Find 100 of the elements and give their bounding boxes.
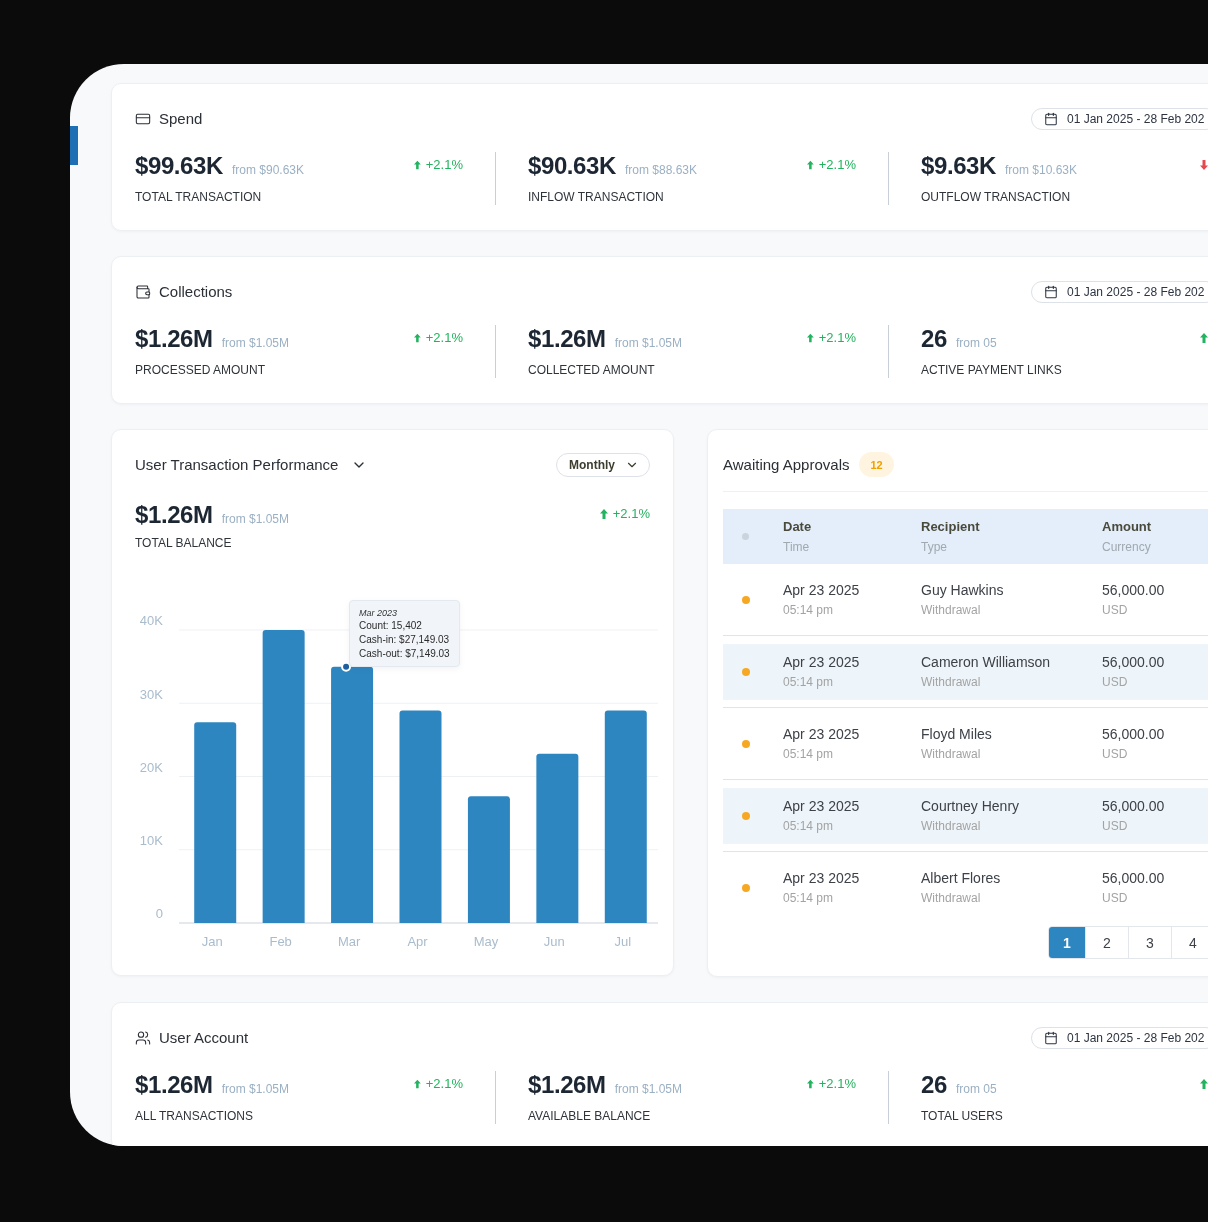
count-badge: 12 [859,452,894,477]
amount-text: 56,000.00 [1102,582,1166,599]
card-title: User Account [159,1028,249,1048]
credit-card-icon [135,111,151,127]
stat-value: $1.26M [528,325,606,353]
stat-value: $1.26M [135,325,213,353]
stat-comparison: from $88.63K [624,163,697,177]
column-header: Amount [1102,519,1153,535]
stat-value: $1.26M [135,501,213,529]
card-title: Collections [159,282,233,302]
calendar-icon [1044,112,1058,126]
recipient-name: Courtney Henry [921,798,1021,815]
recipient-name: Albert Flores [921,870,1002,887]
active-indicator [70,126,78,165]
currency-text: USD [1102,747,1129,762]
wallet-icon [135,284,151,300]
change-percent: +2.1% [818,157,856,173]
status-dot-icon [742,812,750,820]
tooltip-text: Cash-in: $27,149.03 [359,632,450,647]
stat-label: ALL TRANSACTIONS [135,1109,255,1124]
page-button[interactable]: 1 [1049,927,1085,958]
status-dot-icon [742,668,750,676]
stat-comparison: from $10.63K [1005,163,1078,177]
currency-text: USD [1102,891,1129,906]
time-text: 05:14 pm [783,603,835,618]
stat-comparison: from $1.05M [614,1082,682,1096]
stat-comparison: from $90.63K [231,163,304,177]
column-header: Recipient [921,519,981,535]
stat-comparison: from $1.05M [221,512,289,526]
transaction-type: Withdrawal [921,603,982,618]
card-title: User Transaction Performance [135,455,339,475]
stat-label: TOTAL BALANCE [135,536,233,550]
recipient-name: Guy Hawkins [921,582,1005,599]
column-header: Date [783,519,813,535]
tooltip-title: Mar 2023 [359,606,399,619]
stat-comparison: from 05 [955,336,997,350]
stat-value: $1.26M [528,1071,606,1099]
y-axis-label: 40K [139,613,163,629]
amount-text: 56,000.00 [1102,798,1166,815]
amount-text: 56,000.00 [1102,654,1166,671]
time-text: 05:14 pm [783,819,835,834]
x-axis-label: Jun [543,934,565,950]
recipient-name: Floyd Miles [921,726,993,743]
x-axis-label: Jan [201,934,223,950]
status-dot-icon [742,884,750,892]
change-percent: +2.1% [818,330,856,346]
stat-comparison: from $1.05M [614,336,682,350]
change-percent: +2.1% [425,330,463,346]
column-subheader: Time [783,540,811,554]
status-dot-icon [742,740,750,748]
change-percent: +2.1% [612,506,650,522]
calendar-icon [1044,285,1058,299]
stat-value: 26 [921,1071,947,1099]
date-range-picker[interactable]: 01 Jan 2025 - 28 Feb 202 [1031,1027,1208,1049]
period-dropdown[interactable]: Monthly [556,453,650,477]
column-subheader: Type [921,540,948,554]
stat-value: $9.63K [921,152,996,180]
date-text: Apr 23 2025 [783,870,861,887]
y-axis-label: 0 [155,906,163,922]
date-text: Apr 23 2025 [783,654,861,671]
x-axis-label: Apr [407,934,428,950]
time-text: 05:14 pm [783,891,835,906]
transaction-type: Withdrawal [921,891,982,906]
card-title: Awaiting Approvals [723,454,850,475]
y-axis-label: 30K [139,686,163,702]
stat-value: 26 [921,325,947,353]
x-axis-label: May [473,934,499,950]
table-row[interactable]: Apr 23 2025 05:14 pm Courtney Henry Withdrawal 56,000.00 USD [723,788,1208,844]
date-range-picker[interactable]: 01 Jan 2025 - 28 Feb 202 [1031,108,1208,130]
header-dot-icon [742,533,749,540]
stat-label: OUTFLOW TRANSACTION [921,190,1072,205]
change-percent: +2.1% [425,1076,463,1092]
stat-comparison: from $1.05M [221,336,289,350]
date-range-picker[interactable]: 01 Jan 2025 - 28 Feb 202 [1031,281,1208,303]
stat-comparison: from 05 [955,1082,997,1096]
currency-text: USD [1102,675,1129,690]
users-icon [135,1030,151,1046]
stat-value: $1.26M [135,1071,213,1099]
y-axis-label: 20K [139,759,163,775]
time-text: 05:14 pm [783,747,835,762]
stat-value: $99.63K [135,152,223,180]
stat-label: INFLOW TRANSACTION [528,190,665,205]
x-axis-label: Jul [614,934,632,950]
stat-label: ACTIVE PAYMENT LINKS [921,363,1063,378]
card-title: Spend [159,109,203,129]
table-row[interactable]: Apr 23 2025 05:14 pm Cameron Williamson Withdrawal 56,000.00 USD [723,644,1208,700]
amount-text: 56,000.00 [1102,870,1166,887]
change-percent: +2.1% [818,1076,856,1092]
date-text: Apr 23 2025 [783,726,861,743]
time-text: 05:14 pm [783,675,835,690]
status-dot-icon [742,596,750,604]
stat-comparison: from $1.05M [221,1082,289,1096]
x-axis-label: Mar [337,934,361,950]
date-text: Apr 23 2025 [783,582,861,599]
transaction-type: Withdrawal [921,819,982,834]
transaction-type: Withdrawal [921,747,982,762]
stat-label: AVAILABLE BALANCE [528,1109,652,1124]
currency-text: USD [1102,819,1129,834]
transaction-type: Withdrawal [921,675,982,690]
date-text: Apr 23 2025 [783,798,861,815]
